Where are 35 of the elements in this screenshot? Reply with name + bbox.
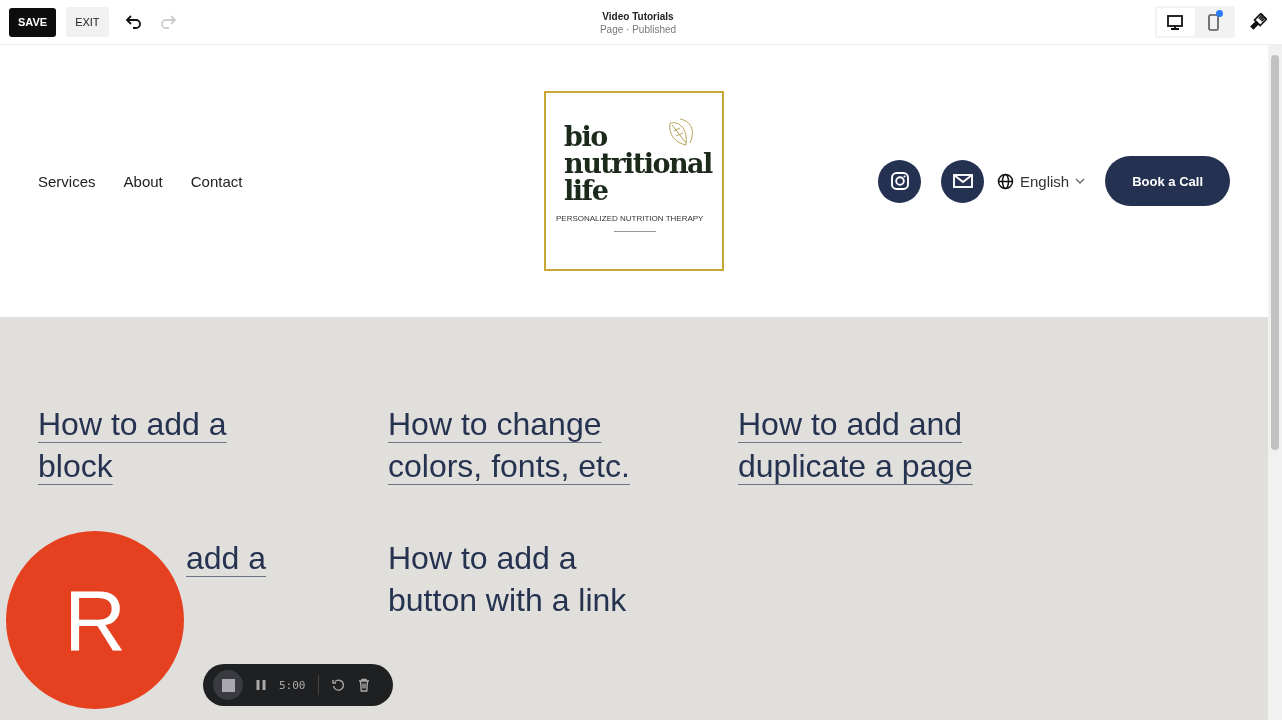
paintbrush-icon[interactable] [1249, 13, 1267, 31]
email-button[interactable] [941, 159, 984, 203]
globe-icon [997, 172, 1014, 190]
language-selector[interactable]: English [1020, 172, 1070, 190]
logo-tagline: PERSONALIZED NUTRITION THERAPY [556, 214, 704, 223]
tutorial-link[interactable]: How to add a block [38, 403, 227, 487]
logo-text: life [564, 177, 608, 204]
logo-text: bio [564, 123, 607, 150]
nav-link[interactable]: Contact [190, 172, 243, 190]
tutorial-link[interactable]: add a [186, 537, 267, 579]
logo[interactable]: bio nutritional life PERSONALIZED NUTRITION THERAPY [544, 91, 724, 271]
desktop-view-button[interactable] [1157, 8, 1195, 36]
exit-button[interactable]: EXIT [66, 7, 109, 37]
logo-text: nutritional [564, 150, 712, 177]
book-call-button[interactable]: Book a Call [1105, 156, 1230, 206]
nav-link[interactable]: Services [38, 172, 96, 190]
scrollbar[interactable] [1268, 45, 1282, 720]
save-button[interactable]: SAVE [9, 7, 57, 37]
undo-icon[interactable] [124, 13, 143, 31]
trash-icon[interactable] [356, 678, 371, 692]
page-status: Page · Published [598, 23, 678, 36]
scrollbar-thumb[interactable] [1271, 55, 1279, 450]
page-title: Video Tutorials [601, 10, 675, 23]
pause-icon[interactable] [255, 679, 267, 691]
monitor-icon [1166, 12, 1186, 32]
tutorial-link[interactable]: How to change colors, fonts, etc. [388, 403, 630, 487]
tutorial-link[interactable]: How to add a button with a link [388, 537, 627, 621]
recording-timer: 5:00 [279, 678, 306, 692]
tutorial-link[interactable]: How to add and duplicate a page [738, 403, 973, 487]
restart-icon[interactable] [330, 678, 345, 692]
nav-link[interactable]: About [123, 172, 163, 190]
chevron-down-icon[interactable] [1075, 176, 1086, 186]
stop-button[interactable] [213, 670, 243, 700]
instagram-button[interactable] [878, 159, 921, 203]
instagram-icon [888, 170, 911, 192]
